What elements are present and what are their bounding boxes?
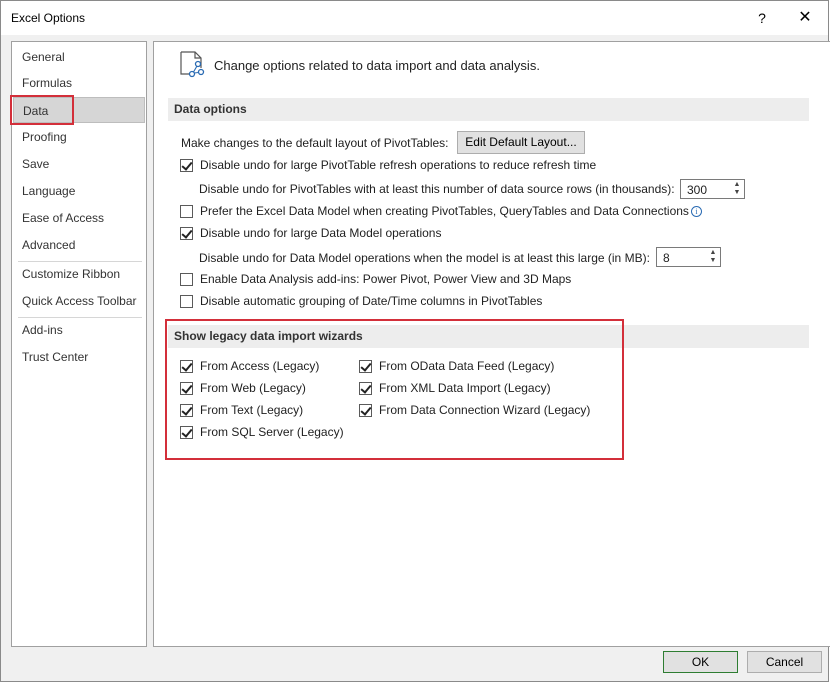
spinner-arrows-icon[interactable]: ▲ ▼: [708, 249, 718, 265]
sidebar-item-save[interactable]: Save: [13, 151, 145, 177]
window-title: Excel Options: [11, 11, 86, 25]
disable-date-grouping-label: Disable automatic grouping of Date/Time …: [200, 294, 543, 308]
data-item-highlight: [10, 95, 74, 125]
disable-undo-pivot-label: Disable undo for large PivotTable refres…: [200, 158, 597, 172]
edit-default-layout-button[interactable]: Edit Default Layout...: [457, 131, 585, 154]
page-description: Change options related to data import an…: [214, 58, 540, 73]
model-size-threshold-label: Disable undo for Data Model operations w…: [199, 251, 650, 265]
options-sidebar: General Formulas Data Proofing Save Lang…: [11, 41, 147, 647]
sidebar-item-quick-access-toolbar[interactable]: Quick Access Toolbar: [13, 288, 145, 314]
sidebar-item-customize-ribbon[interactable]: Customize Ribbon: [13, 261, 145, 287]
ok-button[interactable]: OK: [663, 651, 738, 673]
checkbox-box[interactable]: [180, 272, 193, 286]
section-header-data-options: Data options: [168, 98, 809, 121]
prefer-data-model-checkbox[interactable]: Prefer the Excel Data Model when creatin…: [180, 204, 702, 218]
cancel-button[interactable]: Cancel: [747, 651, 822, 673]
excel-options-dialog: Excel Options ? ✕ General Formulas Data …: [0, 0, 830, 682]
options-content-pane: Change options related to data import an…: [153, 41, 830, 647]
disable-date-grouping-checkbox[interactable]: Disable automatic grouping of Date/Time …: [180, 294, 542, 308]
pivot-rows-threshold-spinner[interactable]: 300 ▲ ▼: [680, 179, 745, 199]
enable-data-analysis-addins-label: Enable Data Analysis add-ins: Power Pivo…: [200, 272, 572, 286]
sidebar-item-advanced[interactable]: Advanced: [13, 232, 145, 258]
checkbox-box[interactable]: [180, 294, 193, 308]
title-bar: Excel Options ? ✕: [1, 1, 828, 35]
prefer-data-model-label: Prefer the Excel Data Model when creatin…: [200, 204, 689, 218]
sidebar-item-formulas[interactable]: Formulas: [13, 70, 145, 96]
disable-undo-model-checkbox[interactable]: Disable undo for large Data Model operat…: [180, 226, 441, 240]
disable-undo-model-label: Disable undo for large Data Model operat…: [200, 226, 442, 240]
help-button[interactable]: ?: [747, 6, 777, 30]
info-icon[interactable]: i: [690, 205, 702, 217]
data-connection-icon: [180, 51, 205, 78]
enable-data-analysis-addins-checkbox[interactable]: Enable Data Analysis add-ins: Power Pivo…: [180, 272, 571, 286]
spinner-arrows-icon[interactable]: ▲ ▼: [732, 181, 742, 197]
sidebar-item-language[interactable]: Language: [13, 178, 145, 204]
pivot-rows-threshold-label: Disable undo for PivotTables with at lea…: [199, 182, 675, 196]
sidebar-item-general[interactable]: General: [13, 44, 145, 70]
sidebar-item-ease-of-access[interactable]: Ease of Access: [13, 205, 145, 231]
spinner-value: 300: [687, 183, 708, 197]
spinner-value: 8: [663, 251, 670, 265]
legacy-section-highlight: [165, 319, 624, 460]
checkbox-box[interactable]: [180, 226, 193, 240]
disable-undo-pivot-checkbox[interactable]: Disable undo for large PivotTable refres…: [180, 158, 596, 172]
close-button[interactable]: ✕: [789, 6, 821, 30]
sidebar-item-trust-center[interactable]: Trust Center: [13, 344, 145, 370]
model-size-threshold-spinner[interactable]: 8 ▲ ▼: [656, 247, 721, 267]
sidebar-item-add-ins[interactable]: Add-ins: [13, 317, 145, 343]
checkbox-box[interactable]: [180, 158, 193, 172]
default-layout-label: Make changes to the default layout of Pi…: [181, 136, 449, 150]
checkbox-box[interactable]: [180, 204, 193, 218]
sidebar-item-proofing[interactable]: Proofing: [13, 124, 145, 150]
vertical-scrollbar[interactable]: [822, 42, 830, 646]
